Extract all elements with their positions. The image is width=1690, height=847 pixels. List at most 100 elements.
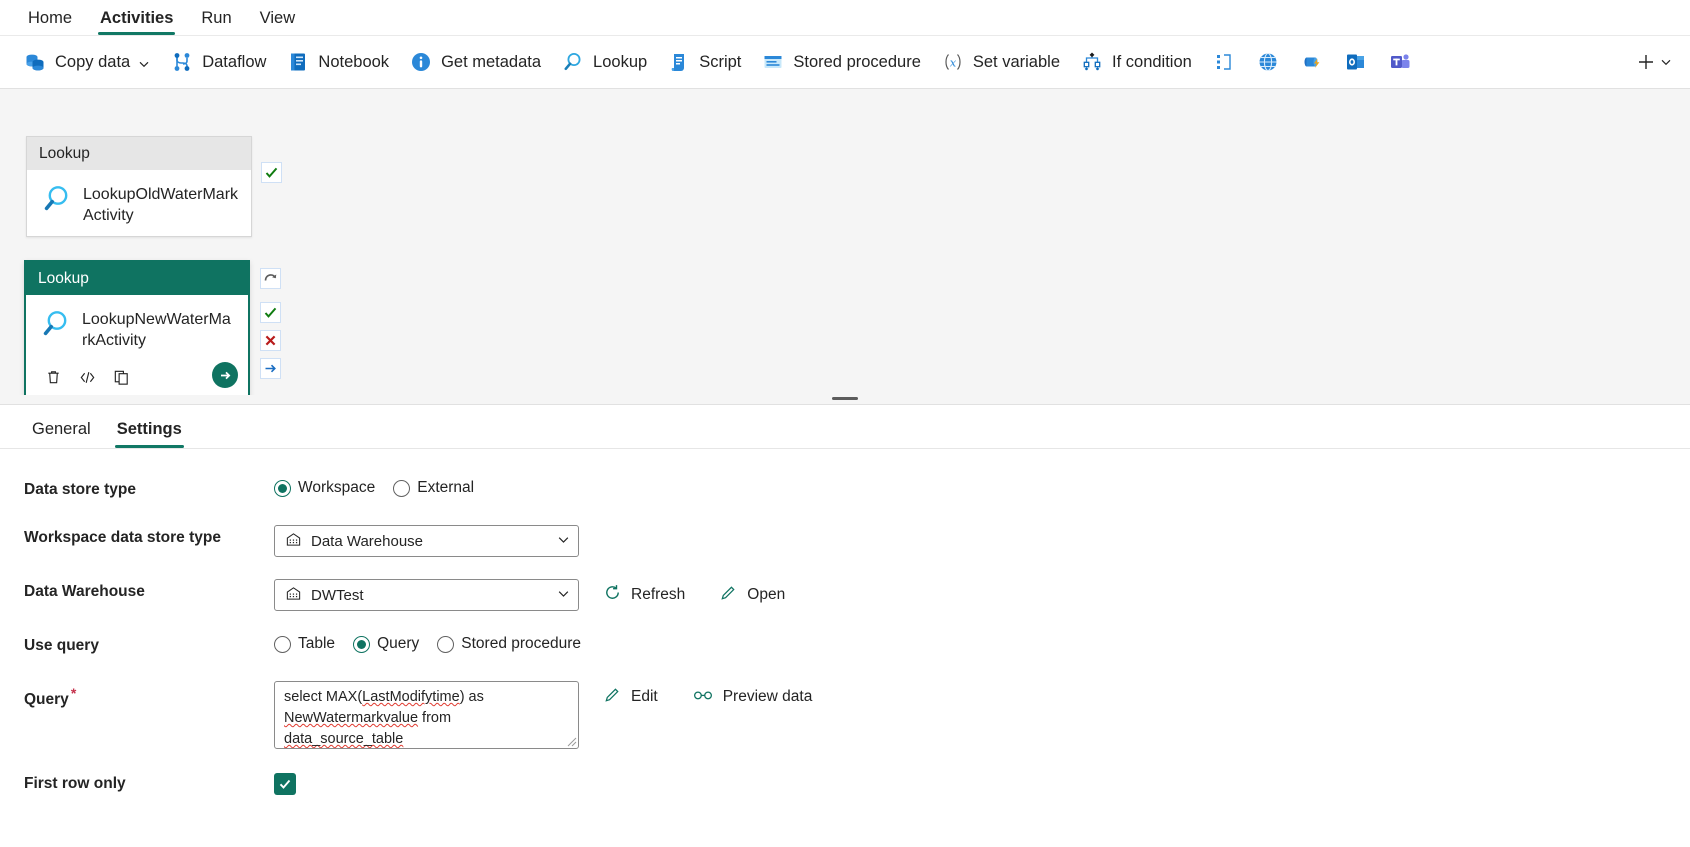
tab-general[interactable]: General bbox=[22, 420, 101, 448]
tab-settings[interactable]: Settings bbox=[107, 420, 192, 448]
toolbar-button-lookup[interactable]: Lookup bbox=[552, 43, 656, 81]
toolbar-button-if-condition[interactable]: If condition bbox=[1071, 43, 1201, 81]
magnifier-icon bbox=[561, 50, 585, 74]
node-body: LookupOldWaterMarkActivity bbox=[27, 170, 251, 236]
panel-splitter[interactable] bbox=[0, 395, 1690, 405]
toolbar-button-script[interactable]: Script bbox=[658, 43, 750, 81]
node-body: LookupNewWaterMarkActivity bbox=[26, 295, 248, 361]
open-button[interactable]: Open bbox=[709, 579, 795, 611]
query-input-wrapper: select MAX(LastModifytime) as NewWaterma… bbox=[274, 681, 579, 749]
chevron-down-icon[interactable] bbox=[138, 56, 150, 68]
query-text-part: data_source_table bbox=[284, 731, 404, 747]
run-arrow-icon[interactable] bbox=[212, 362, 238, 388]
toolbar-label-notebook: Notebook bbox=[318, 52, 390, 71]
control-workspace-data-store-type: Data Warehouse bbox=[274, 525, 579, 557]
radio-label-table: Table bbox=[298, 635, 336, 652]
toolbar-button-outlook[interactable] bbox=[1335, 43, 1377, 81]
retry-arrow-icon[interactable] bbox=[260, 268, 281, 289]
success-check-icon[interactable] bbox=[260, 302, 281, 323]
script-icon bbox=[667, 50, 691, 74]
select-data-warehouse[interactable]: DWTest bbox=[274, 579, 579, 611]
chevron-down-icon[interactable] bbox=[557, 533, 570, 550]
toolbar-label-script: Script bbox=[699, 52, 742, 71]
radio-dot-icon bbox=[437, 635, 455, 653]
preview-data-label: Preview data bbox=[722, 688, 813, 705]
ribbon-tab-activities[interactable]: Activities bbox=[86, 9, 187, 35]
field-workspace-data-store-type: Workspace data store type Data Warehouse bbox=[24, 525, 1690, 557]
refresh-icon bbox=[603, 583, 622, 607]
pipeline-node-lookup-old[interactable]: Lookup LookupOldWaterMarkActivity bbox=[26, 136, 282, 237]
outlook-icon bbox=[1344, 50, 1368, 74]
radio-workspace[interactable]: Workspace bbox=[274, 479, 375, 497]
toolbar-button-stored-procedure[interactable]: Stored procedure bbox=[752, 43, 930, 81]
toolbar-button-copy-data[interactable]: Copy data bbox=[14, 43, 159, 81]
radio-label-external: External bbox=[417, 479, 475, 496]
field-query: Query * select MAX(LastModifytime) as New… bbox=[24, 681, 1690, 749]
query-input[interactable]: select MAX(LastModifytime) as NewWaterma… bbox=[274, 681, 579, 749]
label-workspace-data-store-type: Workspace data store type bbox=[24, 529, 221, 546]
ribbon-tab-run[interactable]: Run bbox=[187, 9, 245, 35]
pencil-edit-icon bbox=[603, 685, 622, 709]
ribbon-tab-home[interactable]: Home bbox=[14, 9, 86, 35]
node-action-bar bbox=[26, 361, 248, 395]
info-icon bbox=[409, 50, 433, 74]
add-activity-button[interactable] bbox=[1627, 43, 1680, 81]
radio-stored-procedure[interactable]: Stored procedure bbox=[437, 635, 581, 653]
control-first-row-only bbox=[274, 771, 296, 795]
pipeline-canvas[interactable]: Lookup LookupOldWaterMarkActivity Lookup bbox=[0, 89, 1690, 395]
radio-table[interactable]: Table bbox=[274, 635, 335, 653]
azure-function-icon bbox=[1300, 50, 1324, 74]
toolbar-label-stored-procedure: Stored procedure bbox=[793, 52, 921, 71]
delete-trash-icon[interactable] bbox=[36, 363, 70, 391]
control-data-store-type: Workspace External bbox=[274, 477, 474, 497]
toolbar-button-dataflow[interactable]: Dataflow bbox=[161, 43, 275, 81]
toolbar-button-azure-function[interactable] bbox=[1291, 43, 1333, 81]
radio-external[interactable]: External bbox=[393, 479, 474, 497]
duplicate-copy-icon[interactable] bbox=[104, 363, 138, 391]
radio-dot-icon bbox=[393, 479, 411, 497]
code-view-icon[interactable] bbox=[70, 363, 104, 391]
edit-query-button[interactable]: Edit bbox=[593, 681, 668, 713]
ribbon-tab-view[interactable]: View bbox=[246, 9, 309, 35]
node-type-label: Lookup bbox=[26, 262, 248, 295]
failure-x-icon[interactable] bbox=[260, 330, 281, 351]
toolbar-button-switch-activity[interactable] bbox=[1203, 43, 1245, 81]
toolbar-button-get-metadata[interactable]: Get metadata bbox=[400, 43, 550, 81]
stored-procedure-icon bbox=[761, 50, 785, 74]
splitter-grip[interactable] bbox=[832, 397, 858, 400]
success-check-icon[interactable] bbox=[261, 162, 282, 183]
settings-form: Data store type Workspace External Works… bbox=[0, 449, 1690, 797]
pipeline-node-lookup-new[interactable]: Lookup LookupNewWaterMarkActivity bbox=[24, 260, 281, 395]
required-asterisk: * bbox=[70, 685, 77, 701]
refresh-button[interactable]: Refresh bbox=[593, 579, 695, 611]
chevron-down-icon[interactable] bbox=[557, 587, 570, 604]
skip-arrow-icon[interactable] bbox=[260, 358, 281, 379]
svg-text:x: x bbox=[950, 56, 957, 70]
preview-data-button[interactable]: Preview data bbox=[682, 681, 823, 713]
toolbar-button-notebook[interactable]: Notebook bbox=[277, 43, 398, 81]
node-activity-name: LookupOldWaterMarkActivity bbox=[83, 186, 239, 224]
label-use-query: Use query bbox=[24, 637, 99, 654]
select-workspace-data-store-type[interactable]: Data Warehouse bbox=[274, 525, 579, 557]
copy-data-icon bbox=[23, 50, 47, 74]
control-use-query: Table Query Stored procedure bbox=[274, 633, 581, 653]
activities-toolbar: Copy data Dataflow Notebook Get metadata… bbox=[0, 36, 1690, 89]
toolbar-button-web[interactable] bbox=[1247, 43, 1289, 81]
toolbar-button-set-variable[interactable]: x Set variable bbox=[932, 43, 1069, 81]
radio-dot-icon bbox=[353, 635, 371, 653]
edit-label: Edit bbox=[631, 688, 658, 705]
field-data-warehouse: Data Warehouse DWTest Refresh Open bbox=[24, 579, 1690, 611]
toolbar-button-teams[interactable] bbox=[1379, 43, 1421, 81]
control-data-warehouse: DWTest Refresh Open bbox=[274, 579, 795, 611]
warehouse-icon bbox=[285, 585, 302, 606]
checkbox-first-row-only[interactable] bbox=[274, 773, 296, 795]
magnifier-icon bbox=[38, 307, 72, 341]
label-query: Query * bbox=[24, 681, 274, 709]
radio-label-query: Query bbox=[377, 635, 420, 652]
query-text-part: from bbox=[418, 710, 452, 726]
radio-query[interactable]: Query bbox=[353, 635, 419, 653]
field-first-row-only: First row only bbox=[24, 771, 1690, 797]
ribbon-tab-bar: Home Activities Run View bbox=[0, 0, 1690, 36]
toolbar-label-lookup: Lookup bbox=[593, 52, 648, 71]
select-value-workspace-data-store-type: Data Warehouse bbox=[311, 532, 424, 550]
